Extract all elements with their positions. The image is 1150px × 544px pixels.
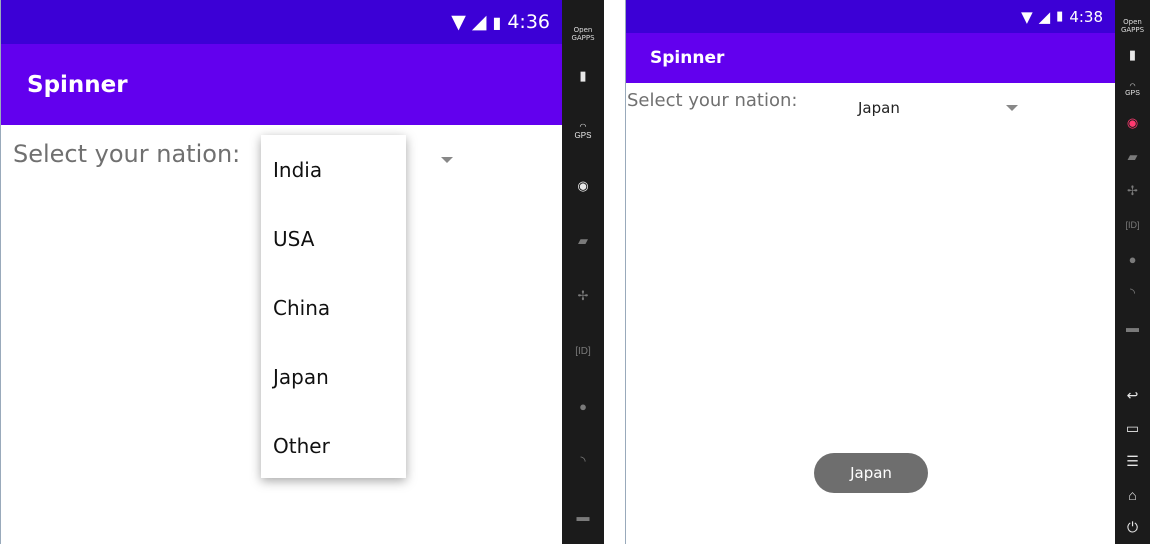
right-phone-screen: ▼ ◢ ▮ 4:38 Spinner Select your nation: J… <box>625 0 1115 544</box>
status-time: 4:38 <box>1069 7 1103 26</box>
toast-message: Japan <box>814 453 928 493</box>
open-gapps-label: Open GAPPS <box>1120 18 1145 34</box>
emulator-side-panel: Open GAPPS ▮ ◠ GPS ◉ ▰ ✢ [ID] ● ◝ ▬ <box>562 0 604 544</box>
status-bar: ▼ ◢ ▮ 4:36 <box>1 0 562 44</box>
spinner-selected-value: Japan <box>858 99 900 117</box>
signal-icon: ◢ <box>471 11 487 33</box>
app-title: Spinner <box>27 71 128 98</box>
app-bar: Spinner <box>1 44 562 125</box>
wifi-icon: ▼ <box>451 11 466 33</box>
back-icon[interactable]: ↩ <box>1115 379 1150 412</box>
power-icon[interactable]: ⏻ <box>1115 511 1150 544</box>
nation-prompt-label: Select your nation: <box>13 140 241 168</box>
nation-spinner[interactable]: Japan <box>858 96 1018 120</box>
move-icon[interactable]: ✢ <box>562 268 604 323</box>
wifi-icon: ▼ <box>1021 7 1033 26</box>
location-icon[interactable]: ● <box>1115 242 1150 276</box>
gps-icon[interactable]: ◠ GPS <box>1115 72 1150 106</box>
emulator-side-panel: Open GAPPS ▮ ◠ GPS ◉ ▰ ✢ [ID] ● ◝ ▬ ↩ ▭ ☰… <box>1115 0 1150 544</box>
battery-icon: ▮ <box>492 12 502 32</box>
battery-icon[interactable]: ▮ <box>1115 38 1150 72</box>
camera-icon[interactable]: ◉ <box>562 158 604 213</box>
gps-icon[interactable]: ◠ GPS <box>562 103 604 158</box>
dropdown-item-other[interactable]: Other <box>261 411 406 480</box>
video-icon[interactable]: ▰ <box>562 213 604 268</box>
dropdown-item-usa[interactable]: USA <box>261 204 406 273</box>
dropdown-arrow-icon <box>441 157 453 163</box>
message-icon[interactable]: ▬ <box>1115 310 1150 344</box>
open-gapps-label: Open GAPPS <box>571 26 595 42</box>
status-bar: ▼ ◢ ▮ 4:38 <box>626 0 1115 33</box>
message-icon[interactable]: ▬ <box>562 489 604 544</box>
dropdown-item-china[interactable]: China <box>261 273 406 342</box>
dropdown-item-india[interactable]: India <box>261 135 406 204</box>
recents-icon[interactable]: ▭ <box>1115 412 1150 445</box>
app-title: Spinner <box>650 48 725 68</box>
dropdown-arrow-icon <box>1006 105 1018 111</box>
status-time: 4:36 <box>507 11 550 33</box>
battery-icon[interactable]: ▮ <box>562 48 604 103</box>
camera-icon[interactable]: ◉ <box>1115 106 1150 140</box>
id-icon[interactable]: [ID] <box>1115 208 1150 242</box>
left-phone-screen: ▼ ◢ ▮ 4:36 Spinner Select your nation: I… <box>0 0 562 544</box>
spinner-dropdown-list: India USA China Japan Other <box>261 135 406 478</box>
signal-icon: ◢ <box>1038 7 1051 26</box>
rss-icon[interactable]: ◝ <box>562 434 604 489</box>
rss-icon[interactable]: ◝ <box>1115 276 1150 310</box>
video-icon[interactable]: ▰ <box>1115 140 1150 174</box>
move-icon[interactable]: ✢ <box>1115 174 1150 208</box>
nation-prompt-label: Select your nation: <box>627 90 798 111</box>
battery-icon: ▮ <box>1056 9 1064 24</box>
home-icon[interactable]: ⌂ <box>1115 478 1150 511</box>
location-icon[interactable]: ● <box>562 379 604 434</box>
app-bar: Spinner <box>626 33 1115 83</box>
dropdown-item-japan[interactable]: Japan <box>261 342 406 411</box>
screenshot-divider <box>604 0 625 544</box>
menu-icon[interactable]: ☰ <box>1115 445 1150 478</box>
id-icon[interactable]: [ID] <box>562 324 604 379</box>
emulator-nav-buttons: ↩ ▭ ☰ ⌂ ⏻ <box>1115 379 1150 544</box>
